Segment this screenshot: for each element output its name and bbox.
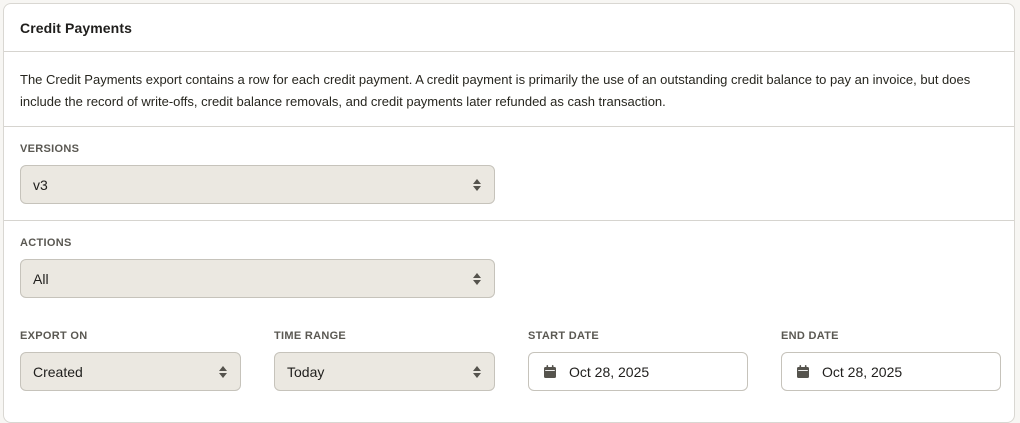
credit-payments-card: Credit Payments The Credit Payments expo… <box>3 3 1015 423</box>
select-arrows-icon <box>218 365 228 378</box>
actions-select[interactable]: All <box>20 259 495 298</box>
versions-select-value: v3 <box>33 176 48 193</box>
versions-section: VERSIONS v3 <box>4 127 1014 221</box>
calendar-icon <box>544 365 556 378</box>
card-description: The Credit Payments export contains a ro… <box>4 52 1014 127</box>
versions-select[interactable]: v3 <box>20 165 495 204</box>
filters-section: ACTIONS All EXPORT ON Created TIME RANGE… <box>4 221 1014 421</box>
versions-label: VERSIONS <box>20 143 80 155</box>
time-range-select-value: Today <box>287 363 325 380</box>
time-range-label: TIME RANGE <box>274 330 347 342</box>
start-date-label: START DATE <box>528 330 600 342</box>
export-on-label: EXPORT ON <box>20 330 88 342</box>
export-on-select[interactable]: Created <box>20 352 241 391</box>
export-on-select-value: Created <box>33 363 83 380</box>
card-title: Credit Payments <box>20 19 132 36</box>
actions-label: ACTIONS <box>20 237 72 249</box>
end-date-value: Oct 28, 2025 <box>822 363 903 380</box>
time-range-select[interactable]: Today <box>274 352 495 391</box>
start-date-input[interactable]: Oct 28, 2025 <box>528 352 748 391</box>
end-date-input[interactable]: Oct 28, 2025 <box>781 352 1001 391</box>
select-arrows-icon <box>472 272 482 285</box>
select-arrows-icon <box>472 178 482 191</box>
end-date-label: END DATE <box>781 330 839 342</box>
card-header: Credit Payments <box>4 4 1014 52</box>
calendar-icon <box>797 365 809 378</box>
start-date-value: Oct 28, 2025 <box>569 363 650 380</box>
select-arrows-icon <box>472 365 482 378</box>
actions-select-value: All <box>33 270 49 287</box>
